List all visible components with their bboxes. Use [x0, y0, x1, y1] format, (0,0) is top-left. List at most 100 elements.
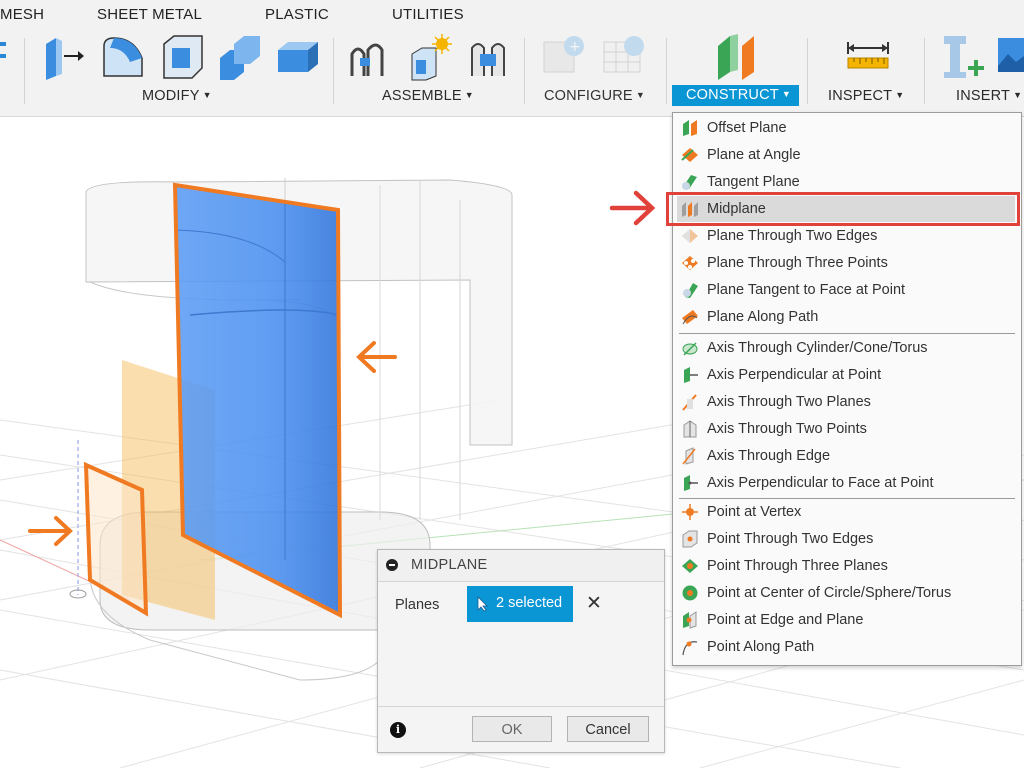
menu-item-axis-through-two-points[interactable]: Axis Through Two Points	[677, 416, 1015, 442]
menu-item-label: Axis Perpendicular to Face at Point	[707, 475, 934, 491]
planes-label: Planes	[395, 597, 440, 613]
menu-item-axis-perpendicular-at-point[interactable]: Axis Perpendicular at Point	[677, 362, 1015, 388]
modify-menu[interactable]: MODIFY ▼	[142, 88, 212, 104]
red-arrow	[609, 190, 656, 226]
configure-table-icon[interactable]	[600, 32, 648, 82]
menu-item-plane-at-angle[interactable]: Plane at Angle	[677, 142, 1015, 168]
menu-item-point-at-center-of-circle[interactable]: Point at Center of Circle/Sphere/Torus	[677, 580, 1015, 606]
menu-item-point-through-two-edges[interactable]: Point Through Two Edges	[677, 526, 1015, 552]
plane-two-edges-icon	[682, 229, 698, 243]
ribbon-toolbar: MESH SHEET METAL PLASTIC UTILITIES MODIF…	[0, 0, 1024, 117]
toolbar-divider	[524, 38, 525, 104]
tab-sheet-metal[interactable]: SHEET METAL	[97, 6, 202, 23]
selection-count: 2 selected	[496, 595, 563, 611]
svg-text:+: +	[569, 39, 581, 55]
offset-plane-icon	[683, 120, 697, 136]
menu-item-axis-through-edge[interactable]: Axis Through Edge	[677, 443, 1015, 469]
menu-item-label: Offset Plane	[707, 120, 787, 136]
fillet-icon[interactable]	[100, 32, 148, 82]
menu-item-label: Point at Edge and Plane	[707, 612, 864, 628]
toolbar-divider	[924, 38, 925, 104]
menu-item-plane-through-two-edges[interactable]: Plane Through Two Edges	[677, 223, 1015, 249]
create-tool-icon[interactable]	[0, 32, 10, 82]
toolbar-divider	[807, 38, 808, 104]
midplane-dialog: MIDPLANE Planes 2 selected ✕ i OK Cancel	[377, 549, 665, 753]
menu-item-label: Point at Vertex	[707, 504, 802, 520]
menu-item-label: Plane Through Two Edges	[707, 228, 878, 244]
ok-button[interactable]: OK	[472, 716, 552, 742]
menu-item-plane-through-three-points[interactable]: Plane Through Three Points	[677, 250, 1015, 276]
midplane-annotation-box	[666, 192, 1020, 226]
menu-item-plane-along-path[interactable]: Plane Along Path	[677, 304, 1015, 330]
point-edge-plane-icon	[683, 611, 697, 629]
dialog-footer-divider	[378, 706, 664, 707]
menu-separator	[679, 333, 1015, 334]
point-vertex-icon	[682, 504, 698, 520]
construct-plane-icon[interactable]	[714, 32, 762, 82]
cancel-button[interactable]: Cancel	[567, 716, 649, 742]
insert-menu[interactable]: INSERT ▼	[956, 88, 1022, 104]
configure-menu[interactable]: CONFIGURE ▼	[544, 88, 645, 104]
menu-item-point-along-path[interactable]: Point Along Path	[677, 634, 1015, 660]
orange-arrow-right	[28, 516, 73, 546]
point-three-planes-icon	[682, 559, 698, 573]
menu-item-label: Axis Through Cylinder/Cone/Torus	[707, 340, 928, 356]
measure-icon[interactable]	[844, 32, 892, 82]
shell-icon[interactable]	[158, 32, 206, 82]
tab-plastic[interactable]: PLASTIC	[265, 6, 329, 23]
collapse-icon[interactable]	[386, 559, 398, 571]
as-built-joint-icon[interactable]	[466, 32, 514, 82]
axis-edge-icon	[682, 447, 696, 465]
menu-item-label: Point Through Two Edges	[707, 531, 874, 547]
plane-at-angle-icon	[681, 148, 698, 162]
menu-item-label: Plane Through Three Points	[707, 255, 888, 271]
axis-two-points-icon	[683, 420, 697, 438]
insert-image-icon[interactable]	[996, 32, 1024, 82]
menu-item-point-at-edge-and-plane[interactable]: Point at Edge and Plane	[677, 607, 1015, 633]
dialog-title: MIDPLANE	[411, 557, 488, 573]
tab-mesh[interactable]: MESH	[0, 6, 44, 23]
menu-item-label: Axis Perpendicular at Point	[707, 367, 882, 383]
menu-item-axis-through-cylinder[interactable]: Axis Through Cylinder/Cone/Torus	[677, 335, 1015, 361]
point-center-circle-icon	[682, 585, 698, 601]
orange-arrow-left	[356, 341, 397, 373]
toolbar-divider	[666, 38, 667, 104]
press-pull-icon[interactable]	[38, 32, 86, 82]
menu-item-plane-tangent-to-face-at-point[interactable]: Plane Tangent to Face at Point	[677, 277, 1015, 303]
configure-icon[interactable]: +	[540, 32, 588, 82]
axis-two-planes-icon	[682, 394, 697, 411]
clear-selection-icon[interactable]: ✕	[586, 592, 602, 615]
joint-icon[interactable]	[406, 32, 454, 82]
axis-perpendicular-icon	[684, 367, 698, 383]
insert-mesh-icon[interactable]	[940, 32, 988, 82]
menu-item-axis-through-two-planes[interactable]: Axis Through Two Planes	[677, 389, 1015, 415]
inspect-menu[interactable]: INSPECT ▼	[828, 88, 904, 104]
point-along-path-icon	[682, 641, 698, 656]
plane-tangent-face-icon	[683, 283, 698, 298]
planes-selection-button[interactable]: 2 selected	[467, 586, 573, 622]
axis-perpendicular-face-icon	[684, 475, 698, 491]
menu-item-point-through-three-planes[interactable]: Point Through Three Planes	[677, 553, 1015, 579]
new-component-icon[interactable]	[346, 32, 394, 82]
toolbar-divider	[24, 38, 25, 104]
menu-item-label: Point Through Three Planes	[707, 558, 888, 574]
construct-menu-button[interactable]: CONSTRUCT ▼	[672, 85, 799, 106]
assemble-menu[interactable]: ASSEMBLE ▼	[382, 88, 474, 104]
menu-item-point-at-vertex[interactable]: Point at Vertex	[677, 499, 1015, 525]
menu-item-label: Plane Tangent to Face at Point	[707, 282, 906, 298]
point-two-edges-icon	[682, 530, 698, 548]
menu-item-label: Point at Center of Circle/Sphere/Torus	[707, 585, 952, 601]
tab-utilities[interactable]: UTILITIES	[392, 6, 464, 23]
menu-item-offset-plane[interactable]: Offset Plane	[677, 115, 1015, 141]
cursor-icon	[477, 596, 488, 612]
offset-face-icon[interactable]	[274, 32, 322, 82]
axis-cylinder-icon	[682, 342, 698, 356]
menu-item-label: Point Along Path	[707, 639, 815, 655]
menu-item-label: Axis Through Edge	[707, 448, 831, 464]
tangent-plane-icon	[682, 175, 697, 190]
info-icon[interactable]: i	[390, 722, 406, 738]
menu-item-label: Axis Through Two Planes	[707, 394, 871, 410]
menu-item-axis-perpendicular-to-face[interactable]: Axis Perpendicular to Face at Point	[677, 470, 1015, 496]
plane-along-path-icon	[682, 310, 698, 325]
combine-icon[interactable]	[216, 32, 264, 82]
